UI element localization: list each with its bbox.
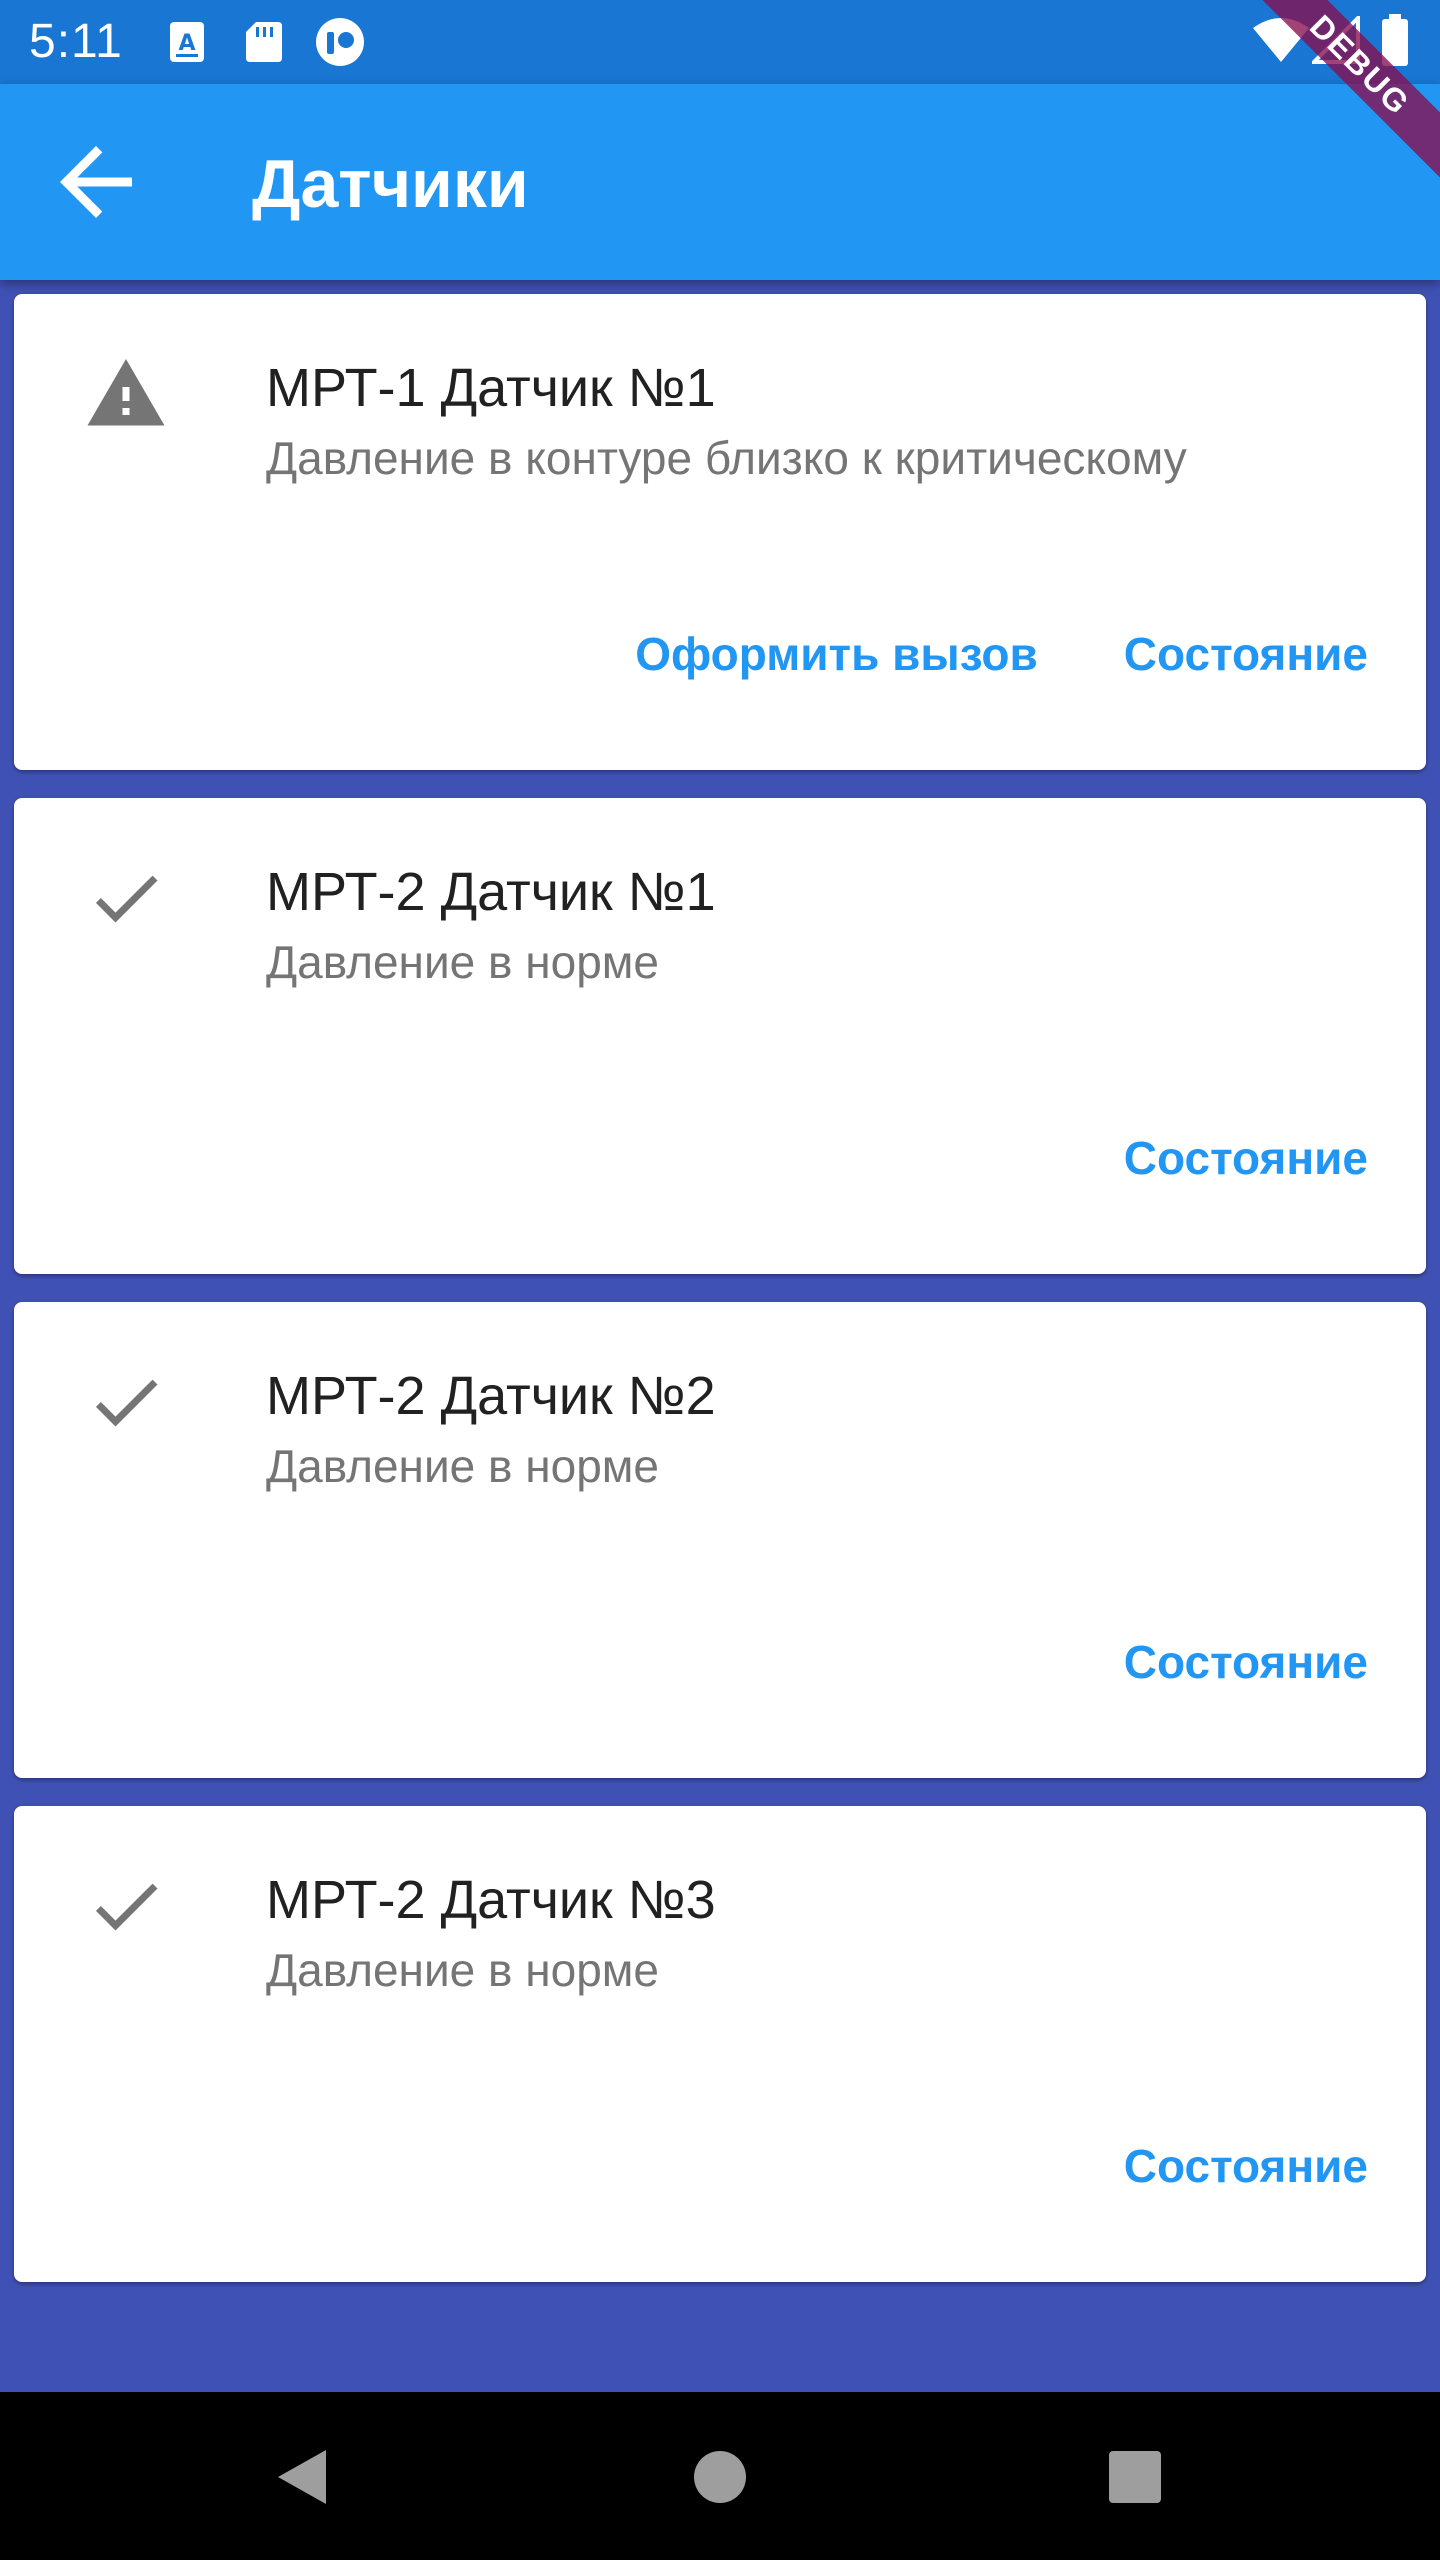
status-button[interactable]: Состояние [1124, 1634, 1368, 1690]
check-icon [95, 1883, 158, 1931]
sensor-status-text: Давление в норме [266, 1440, 659, 1492]
status-bar: 5:11 A [0, 0, 1440, 84]
sensor-title: МРТ-2 Датчик №3 [266, 1870, 716, 1930]
status-button[interactable]: Состояние [1124, 626, 1368, 682]
sensor-title: МРТ-2 Датчик №2 [266, 1366, 716, 1426]
back-button[interactable] [42, 128, 150, 236]
sd-card-icon [246, 22, 282, 62]
check-icon [95, 875, 158, 923]
sensor-card: МРТ-2 Датчик №2 Давление в норме Состоян… [14, 1302, 1426, 1778]
system-nav-bar [0, 2392, 1440, 2560]
sensor-status-text: Давление в норме [266, 1944, 659, 1996]
page-title: Датчики [252, 146, 529, 222]
sensor-status-text: Давление в норме [266, 936, 659, 988]
back-triangle-icon [278, 2450, 326, 2504]
create-call-button[interactable]: Оформить вызов [635, 626, 1038, 682]
screen: 5:11 A DEBUG Датчики МРТ-1 Датчик №1 Дав… [0, 0, 1440, 2560]
arrow-back-icon [60, 146, 132, 218]
sensor-title: МРТ-1 Датчик №1 [266, 358, 716, 418]
card-actions: Состояние [1124, 2138, 1368, 2194]
status-button[interactable]: Состояние [1124, 1130, 1368, 1186]
sensor-card: МРТ-1 Датчик №1 Давление в контуре близк… [14, 294, 1426, 770]
recents-square-icon [1109, 2451, 1161, 2503]
nav-recents-button[interactable] [1090, 2432, 1180, 2522]
svg-text:A: A [178, 31, 195, 56]
sensor-title: МРТ-2 Датчик №1 [266, 862, 716, 922]
sensor-status-text: Давление в контуре близко к критическому [266, 432, 1187, 484]
status-time: 5:11 [29, 15, 123, 68]
app-notification-icon [316, 18, 364, 66]
warning-icon [87, 359, 165, 426]
notification-a-icon: A [170, 22, 204, 62]
card-actions: Состояние [1124, 1130, 1368, 1186]
sensor-card: МРТ-2 Датчик №3 Давление в норме Состоян… [14, 1806, 1426, 2282]
sensor-card: МРТ-2 Датчик №1 Давление в норме Состоян… [14, 798, 1426, 1274]
card-actions: Оформить вызов Состояние [635, 626, 1368, 682]
nav-back-button[interactable] [256, 2432, 346, 2522]
home-circle-icon [694, 2451, 746, 2503]
app-bar: Датчики [0, 84, 1440, 280]
card-actions: Состояние [1124, 1634, 1368, 1690]
check-icon [95, 1379, 158, 1427]
status-button[interactable]: Состояние [1124, 2138, 1368, 2194]
nav-home-button[interactable] [675, 2432, 765, 2522]
